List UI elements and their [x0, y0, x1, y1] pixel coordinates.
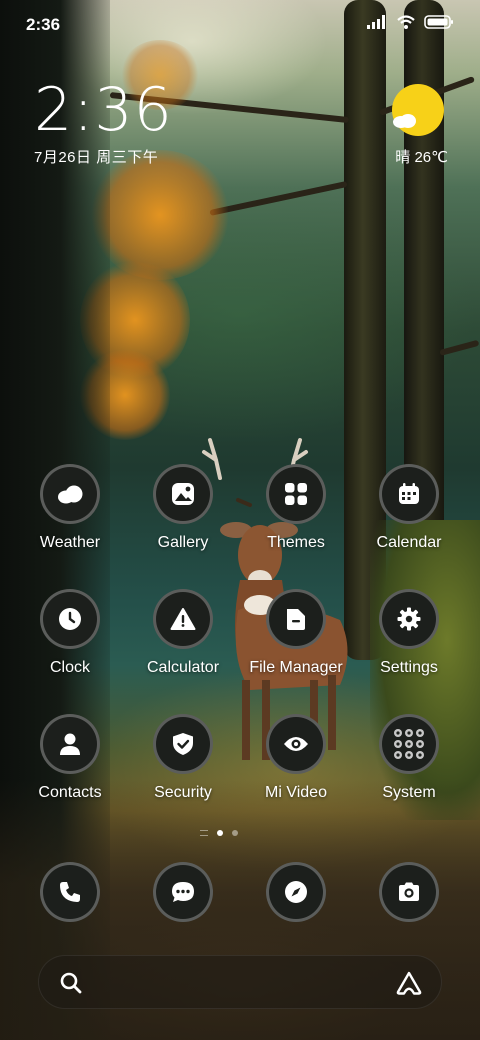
app-label: Calculator: [146, 659, 220, 676]
app-icon: [266, 862, 326, 922]
app-label: Clock: [49, 659, 90, 676]
clock-icon: [59, 608, 81, 630]
app-folder-icon: [394, 729, 424, 759]
app-icon: [266, 589, 326, 649]
app-system-folder[interactable]: System: [354, 714, 464, 802]
app-label: Gallery: [157, 534, 209, 551]
app-security[interactable]: Security: [128, 714, 238, 802]
app-icon: [153, 862, 213, 922]
shield-check-icon: [173, 733, 193, 755]
clock-widget[interactable]: 2:36 7月26日 周三下午: [34, 80, 173, 167]
app-label: Contacts: [38, 784, 102, 801]
wifi-icon: [397, 15, 415, 29]
app-icon: [266, 464, 326, 524]
search-button[interactable]: [59, 971, 83, 1000]
app-label: Security: [154, 784, 212, 801]
search-icon: [60, 972, 82, 994]
app-icon: [379, 589, 439, 649]
dock-messages[interactable]: [128, 862, 238, 922]
app-label: File Manager: [249, 659, 343, 676]
app-label: Calendar: [376, 534, 442, 551]
page-dot-active[interactable]: [217, 830, 223, 836]
dock-browser[interactable]: [241, 862, 351, 922]
assistant-button[interactable]: [395, 970, 423, 1001]
widget-time: 2:36: [34, 75, 173, 145]
dock-camera[interactable]: [354, 862, 464, 922]
app-icon: [379, 464, 439, 524]
gallery-icon: [172, 483, 194, 505]
app-clock[interactable]: Clock: [15, 589, 125, 677]
message-icon: [172, 882, 194, 902]
app-calculator[interactable]: Calculator: [128, 589, 238, 677]
page-indicator-feed[interactable]: [200, 830, 208, 836]
themes-grid-icon: [285, 483, 307, 505]
person-icon: [60, 733, 80, 755]
widget-date: 7月26日 周三下午: [34, 149, 159, 166]
assistant-icon: [396, 971, 422, 995]
compass-icon: [285, 881, 307, 903]
camera-icon: [399, 882, 419, 901]
app-icon: [266, 714, 326, 774]
calendar-icon: [399, 483, 419, 504]
app-label: Themes: [267, 534, 325, 551]
app-label: Settings: [380, 659, 438, 676]
phone-icon: [60, 882, 80, 902]
app-mi-video[interactable]: Mi Video: [241, 714, 351, 802]
gear-icon: [397, 607, 421, 631]
page-indicator[interactable]: [200, 830, 238, 836]
signal-icon: [367, 15, 385, 29]
app-icon: [40, 862, 100, 922]
app-icon: [379, 862, 439, 922]
weather-cloud-icon: [58, 485, 83, 504]
app-icon: [40, 714, 100, 774]
status-bar: 2:36: [0, 0, 480, 50]
app-icon: [40, 589, 100, 649]
sunny-cloud-icon: [392, 84, 444, 136]
app-calendar[interactable]: Calendar: [354, 464, 464, 552]
app-gallery[interactable]: Gallery: [128, 464, 238, 552]
weather-text: 晴 26℃: [395, 149, 448, 166]
app-weather[interactable]: Weather: [15, 464, 125, 552]
warning-triangle-icon: [170, 608, 196, 630]
app-label: Mi Video: [265, 784, 327, 801]
page-dot[interactable]: [232, 830, 238, 836]
dock-phone[interactable]: [15, 862, 125, 922]
app-icon: [153, 464, 213, 524]
status-icons: [366, 14, 454, 30]
app-label: System: [382, 784, 436, 801]
battery-icon: [424, 15, 453, 29]
app-file-manager[interactable]: File Manager: [241, 589, 351, 677]
folder-icon: [287, 609, 305, 630]
app-contacts[interactable]: Contacts: [15, 714, 125, 802]
status-time: 2:36: [26, 15, 61, 34]
app-icon: [40, 464, 100, 524]
app-themes[interactable]: Themes: [241, 464, 351, 552]
app-icon: [153, 714, 213, 774]
app-icon: [379, 714, 439, 774]
app-settings[interactable]: Settings: [354, 589, 464, 677]
cloud-icon: [393, 114, 416, 128]
app-icon: [153, 589, 213, 649]
app-label: Weather: [39, 534, 101, 551]
search-bar[interactable]: [38, 955, 442, 1009]
eye-icon: [284, 737, 308, 751]
